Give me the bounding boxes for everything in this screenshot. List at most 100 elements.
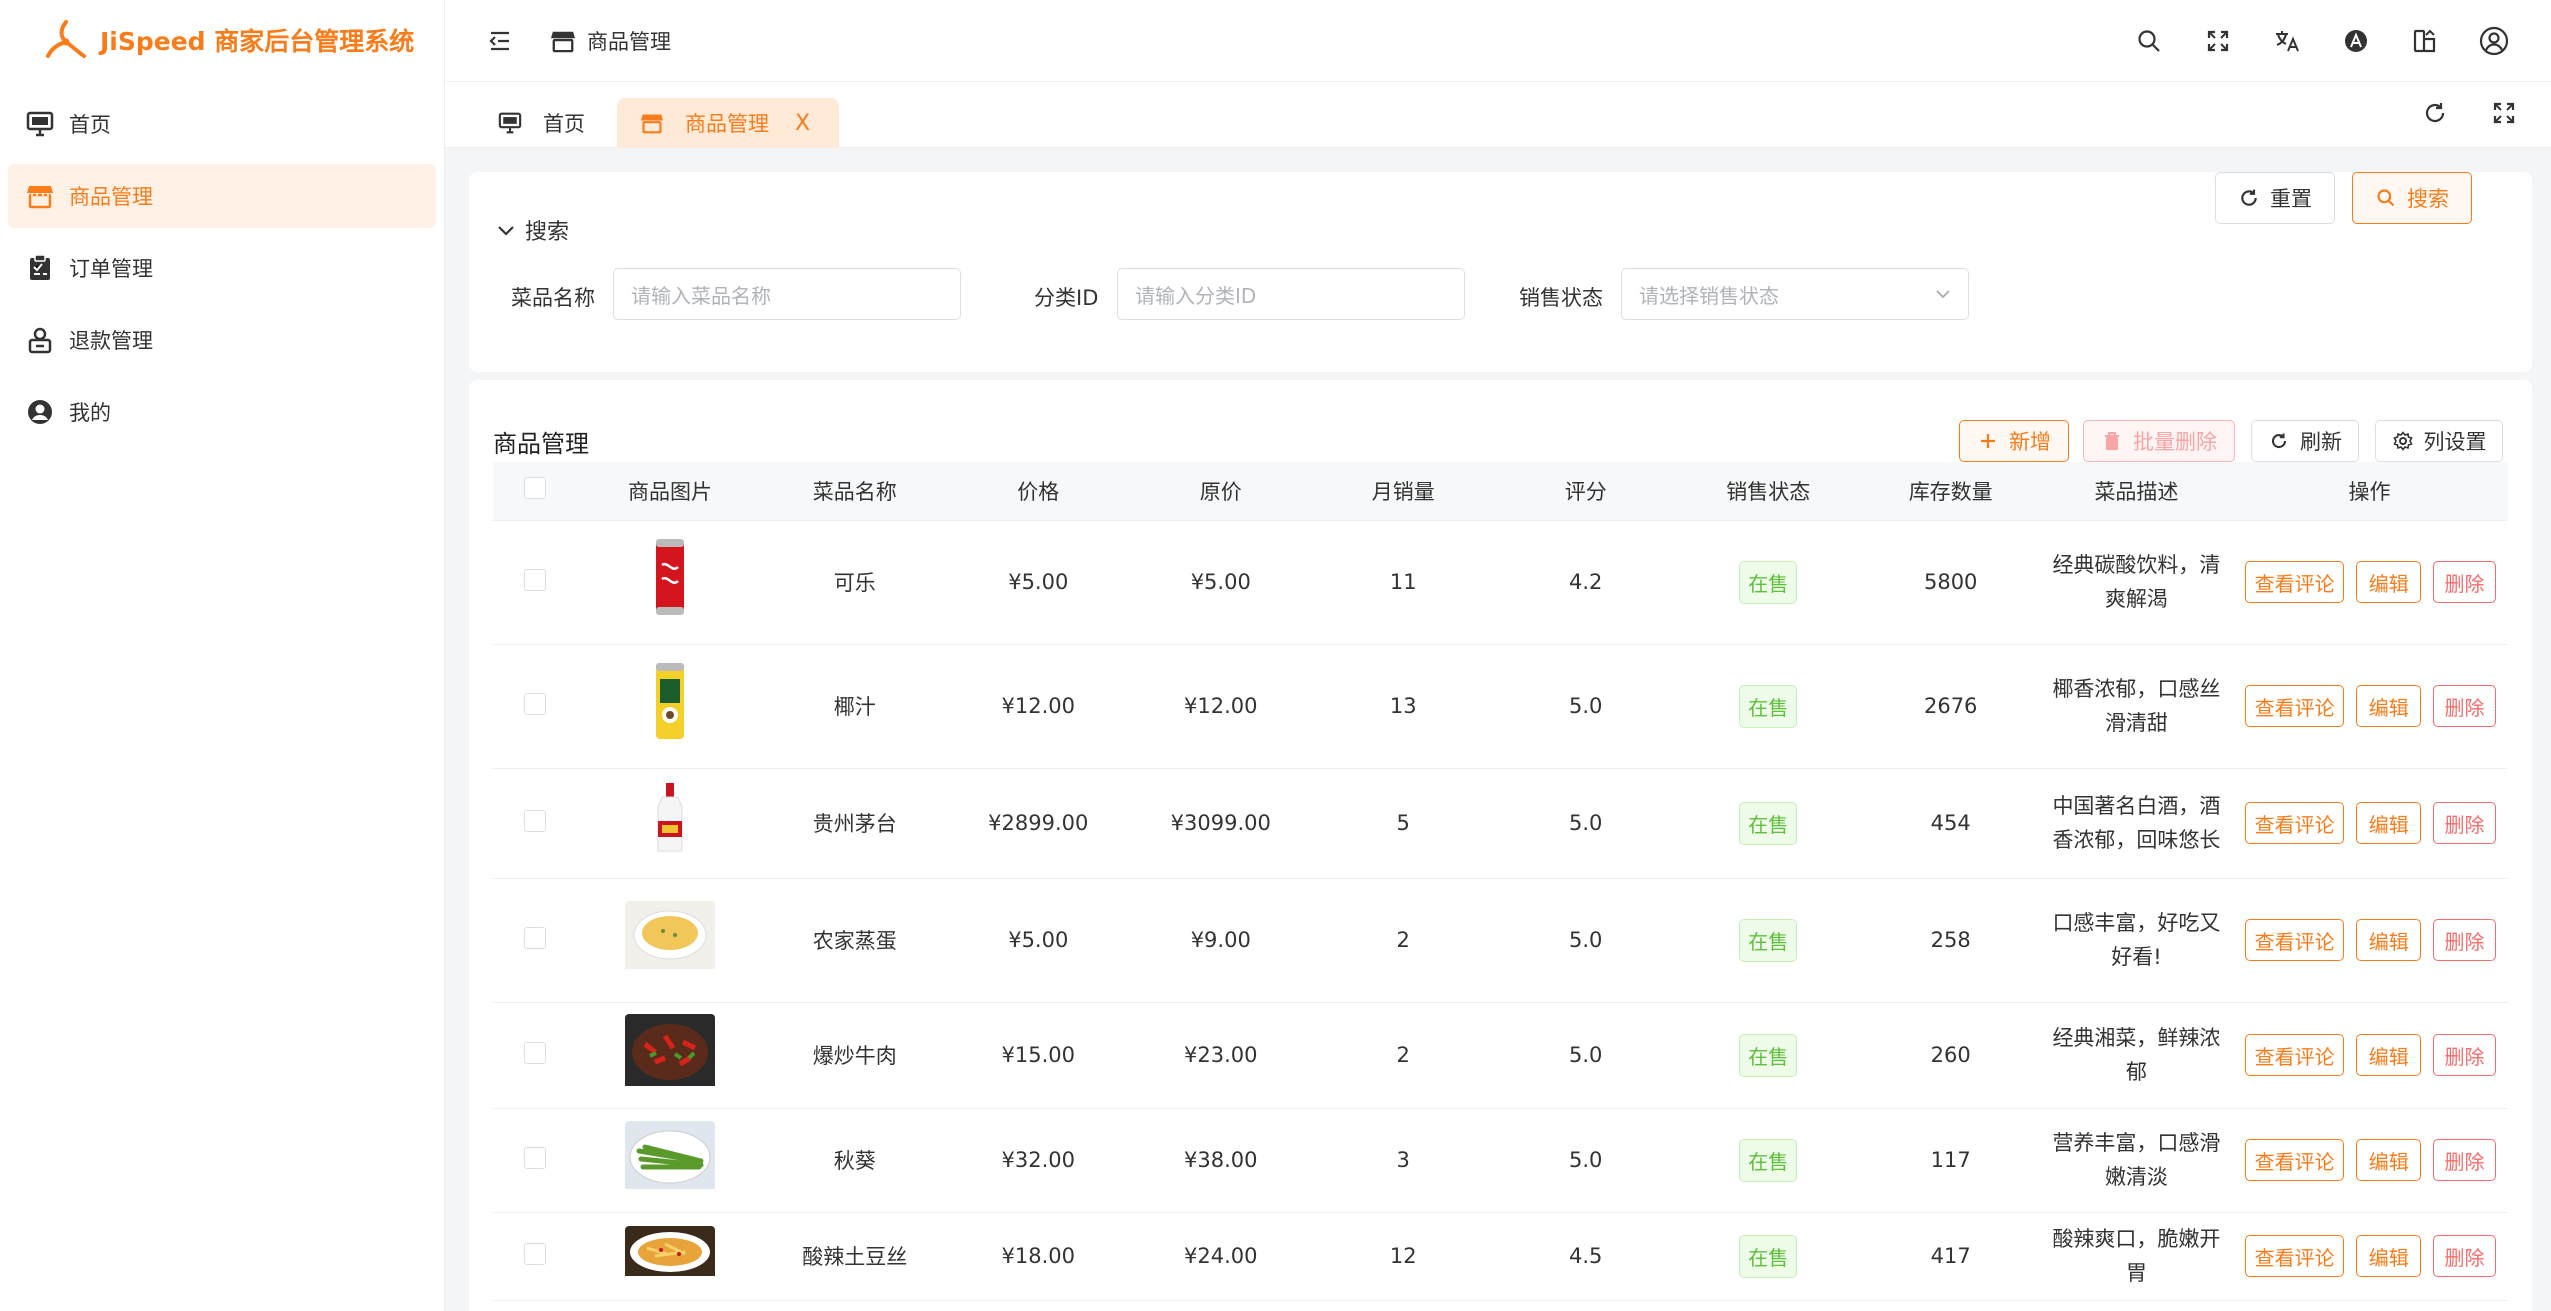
table-row: 爆炒牛肉 ¥15.00 ¥23.00 2 5.0 在售 260 经典湘菜，鲜辣浓…: [493, 1002, 2508, 1109]
search-toggle[interactable]: 搜索: [495, 214, 569, 246]
sidebar-item-label: 我的: [69, 401, 111, 425]
theme-icon[interactable]: [2339, 24, 2373, 58]
row-checkbox[interactable]: [524, 1242, 547, 1265]
column-settings-button[interactable]: 列设置: [2375, 420, 2503, 462]
stock: 117: [1859, 1108, 2042, 1213]
dish-name: 可乐: [762, 520, 948, 645]
price: ¥15.00: [947, 1002, 1130, 1109]
column-settings-label: 列设置: [2423, 430, 2487, 454]
delete-button[interactable]: 删除: [2433, 685, 2496, 727]
translate-icon[interactable]: [2270, 24, 2304, 58]
delete-button[interactable]: 删除: [2433, 561, 2496, 603]
row-checkbox[interactable]: [524, 926, 547, 949]
status-badge: 在售: [1739, 1033, 1798, 1077]
row-checkbox[interactable]: [524, 1146, 547, 1169]
close-icon[interactable]: X: [795, 111, 810, 136]
view-reviews-button[interactable]: 查看评论: [2244, 1139, 2345, 1181]
avatar-icon[interactable]: [2477, 24, 2511, 58]
original-price: ¥23.00: [1129, 1002, 1312, 1109]
select-all-cell[interactable]: [493, 462, 578, 521]
column-header: 月销量: [1312, 462, 1495, 521]
table-row: 农家蒸蛋 ¥5.00 ¥9.00 2 5.0 在售 258 口感丰富，好吃又好看…: [493, 878, 2508, 1003]
gear-icon: [2392, 430, 2414, 452]
status-badge: 在售: [1739, 1234, 1798, 1278]
sidebar-item-mine[interactable]: 我的: [8, 380, 436, 444]
reload-icon[interactable]: [2418, 96, 2452, 130]
view-reviews-button[interactable]: 查看评论: [2244, 1235, 2345, 1277]
sale-status-select[interactable]: 请选择销售状态: [1621, 268, 1969, 320]
sale-status-placeholder: 请选择销售状态: [1639, 283, 1779, 308]
row-checkbox[interactable]: [524, 568, 547, 591]
view-reviews-button[interactable]: 查看评论: [2244, 919, 2345, 961]
sidebar-item-label: 订单管理: [69, 257, 153, 281]
edit-button[interactable]: 编辑: [2356, 1034, 2422, 1076]
stock: 260: [1859, 1002, 2042, 1109]
original-price: ¥24.00: [1129, 1212, 1312, 1301]
row-checkbox[interactable]: [524, 809, 547, 832]
row-checkbox[interactable]: [524, 1041, 547, 1064]
view-reviews-button[interactable]: 查看评论: [2244, 802, 2345, 844]
tab-home[interactable]: 首页: [475, 98, 607, 148]
category-id-label: 分类ID: [1034, 286, 1099, 310]
select-all-checkbox[interactable]: [524, 477, 547, 500]
dish-name: 农家蒸蛋: [762, 878, 948, 1003]
delete-button[interactable]: 删除: [2433, 802, 2496, 844]
fullscreen-icon[interactable]: [2487, 96, 2521, 130]
sidebar-item-label: 商品管理: [69, 185, 153, 209]
add-label: 新增: [2009, 430, 2051, 454]
tab-label: 首页: [543, 112, 585, 136]
product-image: [625, 1226, 716, 1281]
top-header: 商品管理: [445, 0, 2551, 82]
original-price: ¥3099.00: [1129, 768, 1312, 879]
product-image: [650, 535, 690, 624]
monthly-sales: 2: [1312, 1002, 1495, 1109]
view-reviews-button[interactable]: 查看评论: [2244, 1034, 2345, 1076]
edit-button[interactable]: 编辑: [2356, 561, 2422, 603]
rating: 5.0: [1494, 1002, 1677, 1109]
stock: 454: [1859, 768, 2042, 879]
delete-button[interactable]: 删除: [2433, 919, 2496, 961]
view-reviews-button[interactable]: 查看评论: [2244, 561, 2345, 603]
reload-icon: [2238, 187, 2260, 209]
sidebar-item-refunds[interactable]: 退款管理: [8, 308, 436, 372]
table-title: 商品管理: [493, 430, 589, 458]
sidebar: JiSpeed 商家后台管理系统 首页 商品管理 订单管理 退款管理 我的: [0, 0, 445, 1311]
store-icon: [549, 27, 577, 55]
fullscreen-icon[interactable]: [2201, 24, 2235, 58]
add-button[interactable]: 新增: [1959, 420, 2069, 462]
delete-button[interactable]: 删除: [2433, 1139, 2496, 1181]
edit-button[interactable]: 编辑: [2356, 919, 2422, 961]
edit-button[interactable]: 编辑: [2356, 802, 2422, 844]
delete-button[interactable]: 删除: [2433, 1235, 2496, 1277]
edit-button[interactable]: 编辑: [2356, 685, 2422, 727]
edit-button[interactable]: 编辑: [2356, 1235, 2422, 1277]
sidebar-item-products[interactable]: 商品管理: [8, 164, 436, 228]
description: 经典湘菜，鲜辣浓郁: [2052, 1026, 2221, 1084]
search-icon: [2375, 187, 2397, 209]
menu-collapse-icon[interactable]: [485, 26, 515, 56]
refresh-button[interactable]: 刷新: [2251, 420, 2359, 462]
tab-products[interactable]: 商品管理 X: [617, 98, 839, 148]
brand[interactable]: JiSpeed 商家后台管理系统: [0, 0, 444, 80]
price: ¥2899.00: [947, 768, 1130, 879]
table-row: 可乐 ¥5.00 ¥5.00 11 4.2 在售 5800 经典碳酸饮料，清爽解…: [493, 520, 2508, 645]
reset-button[interactable]: 重置: [2215, 172, 2335, 224]
delete-button[interactable]: 删除: [2433, 1034, 2496, 1076]
view-reviews-button[interactable]: 查看评论: [2244, 685, 2345, 727]
search-icon[interactable]: [2132, 24, 2166, 58]
column-header: 菜品名称: [762, 462, 948, 521]
search-button[interactable]: 搜索: [2352, 172, 2472, 224]
layout-icon[interactable]: [2408, 24, 2442, 58]
sidebar-item-home[interactable]: 首页: [8, 92, 436, 156]
row-checkbox[interactable]: [524, 692, 547, 715]
dish-name-input[interactable]: 请输入菜品名称: [613, 268, 961, 320]
search-label: 搜索: [2407, 187, 2449, 211]
sidebar-item-orders[interactable]: 订单管理: [8, 236, 436, 300]
original-price: ¥9.00: [1129, 878, 1312, 1003]
edit-button[interactable]: 编辑: [2356, 1139, 2422, 1181]
batch-delete-button[interactable]: 批量删除: [2083, 420, 2235, 462]
store-icon: [639, 110, 665, 136]
search-title: 搜索: [525, 220, 570, 245]
category-id-input[interactable]: 请输入分类ID: [1117, 268, 1465, 320]
clipboard-icon: [25, 253, 55, 283]
